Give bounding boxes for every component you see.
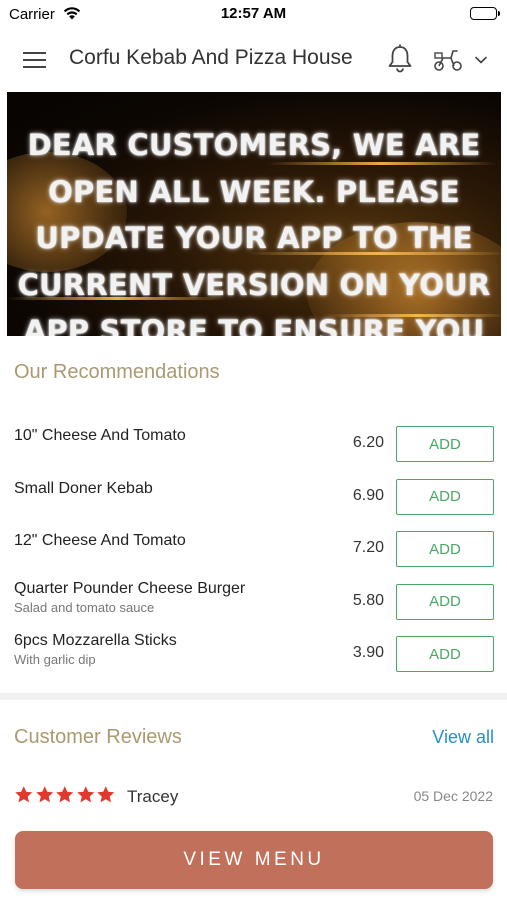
list-item: 12" Cheese And Tomato 7.20 ADD <box>0 517 507 570</box>
add-button[interactable]: ADD <box>396 583 494 620</box>
view-all-link[interactable]: View all <box>432 727 494 748</box>
hamburger-menu-icon[interactable] <box>20 45 50 75</box>
list-item: Quarter Pounder Cheese Burger Salad and … <box>0 570 507 623</box>
review-date: 05 Dec 2022 <box>413 788 493 804</box>
restaurant-title: Corfu Kebab And Pizza House <box>69 46 353 69</box>
item-name: 6pcs Mozzarella Sticks <box>14 632 177 649</box>
item-description: Salad and tomato sauce <box>14 599 155 615</box>
banner-line: CURRENT VERSION ON YOUR <box>17 267 491 302</box>
recommendations-heading: Our Recommendations <box>14 361 220 383</box>
add-button[interactable]: ADD <box>396 478 494 515</box>
add-button[interactable]: ADD <box>396 636 494 672</box>
star-icon <box>56 786 74 803</box>
reviews-heading: Customer Reviews <box>14 726 182 748</box>
star-icon <box>35 786 53 803</box>
recommendations-list: 10" Cheese And Tomato 6.20 ADD Small Don… <box>0 412 507 675</box>
bell-icon[interactable] <box>385 42 415 76</box>
star-icon <box>97 786 115 803</box>
chevron-down-icon[interactable] <box>473 52 489 68</box>
scooter-icon[interactable] <box>432 46 464 74</box>
battery-icon <box>470 7 500 20</box>
status-time: 12:57 AM <box>220 5 287 22</box>
item-description: With garlic dip <box>14 652 96 667</box>
add-button[interactable]: ADD <box>396 531 494 567</box>
banner-line: UPDATE YOUR APP TO THE <box>35 221 473 255</box>
item-price: 7.20 <box>352 539 384 556</box>
reviewer-name: Tracey <box>127 787 179 806</box>
list-item: 6pcs Mozzarella Sticks With garlic dip 3… <box>0 622 507 675</box>
star-icon <box>76 786 94 803</box>
star-rating <box>14 785 116 807</box>
banner-line: OPEN ALL WEEK. PLEASE <box>48 174 460 209</box>
list-item: Small Doner Kebab 6.90 ADD <box>0 465 507 518</box>
star-icon <box>15 786 33 803</box>
banner-message: DEAR CUSTOMERS, WE ARE OPEN ALL WEEK. PL… <box>7 92 501 336</box>
review-item: Tracey 05 Dec 2022 <box>0 780 507 812</box>
banner-line: DEAR CUSTOMERS, WE ARE <box>27 128 481 162</box>
section-divider <box>0 693 507 700</box>
item-name: Small Doner Kebab <box>14 479 153 497</box>
list-item: 10" Cheese And Tomato 6.20 ADD <box>0 412 507 465</box>
banner-line: APP STORE TO ENSURE YOU <box>23 314 485 336</box>
item-price: 6.20 <box>352 434 384 451</box>
add-button[interactable]: ADD <box>396 426 494 462</box>
item-price: 3.90 <box>352 644 384 661</box>
app-header: Corfu Kebab And Pizza House <box>0 28 507 92</box>
status-bar: Carrier 12:57 AM <box>0 0 507 28</box>
item-price: 6.90 <box>352 486 384 504</box>
promo-banner[interactable]: DEAR CUSTOMERS, WE ARE OPEN ALL WEEK. PL… <box>7 92 501 336</box>
item-name: Quarter Pounder Cheese Burger <box>14 579 246 597</box>
item-price: 5.80 <box>352 591 384 609</box>
view-menu-button[interactable]: VIEW MENU <box>15 831 493 889</box>
item-name: 10" Cheese And Tomato <box>14 427 186 444</box>
item-name: 12" Cheese And Tomato <box>14 532 186 549</box>
